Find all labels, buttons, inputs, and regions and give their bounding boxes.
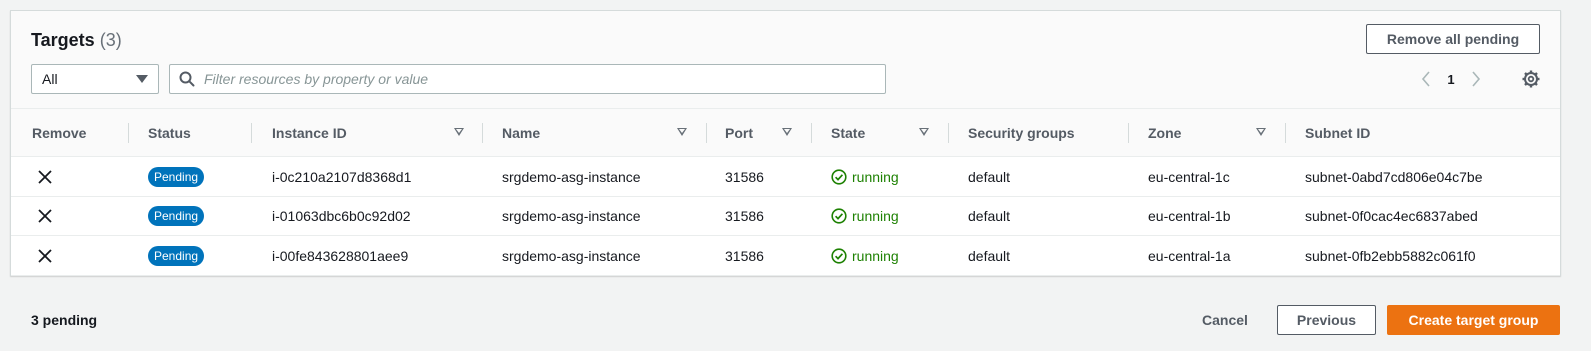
name-cell: srgdemo-asg-instance (502, 168, 641, 185)
search-field[interactable] (169, 64, 886, 94)
panel-top-border (11, 10, 1560, 11)
col-header-zone-label: Zone (1148, 125, 1182, 141)
page-number[interactable]: 1 (1436, 72, 1466, 87)
security-groups-cell: default (968, 247, 1011, 264)
state-text: running (852, 208, 899, 224)
port-cell: 31586 (725, 168, 764, 185)
state-indicator: running (831, 208, 899, 224)
remove-all-pending-button[interactable]: Remove all pending (1366, 24, 1540, 54)
col-header-name[interactable]: Name (502, 109, 706, 157)
port-cell: 31586 (725, 208, 764, 224)
column-divider (128, 123, 129, 143)
create-target-group-button[interactable]: Create target group (1387, 305, 1560, 335)
table-header: Remove Status Instance ID Name Port Stat… (11, 108, 1560, 157)
col-header-name-label: Name (502, 125, 541, 141)
zone-cell: eu-central-1b (1148, 208, 1231, 224)
caret-down-icon (136, 75, 148, 83)
close-icon[interactable] (35, 206, 55, 226)
state-text: running (852, 168, 899, 185)
subnet-id-cell: subnet-0f0cac4ec6837abed (1305, 208, 1478, 224)
filter-select[interactable]: All (31, 64, 159, 94)
sort-icon[interactable] (782, 128, 792, 136)
table-row: Pending i-01063dbc6b0c92d02 srgdemo-asg-… (11, 196, 1560, 236)
sort-icon[interactable] (1256, 128, 1266, 136)
targets-title-text: Targets (31, 30, 95, 50)
col-header-instance-id-label: Instance ID (272, 125, 347, 141)
column-divider (811, 123, 812, 143)
subnet-id-cell: subnet-0abd7cd806e04c7be (1305, 168, 1483, 185)
search-input[interactable] (204, 71, 864, 87)
targets-title: Targets (3) (31, 30, 122, 51)
security-groups-cell: default (968, 168, 1011, 185)
col-header-port[interactable]: Port (725, 109, 831, 157)
col-header-instance-id[interactable]: Instance ID (272, 109, 482, 157)
instance-id-cell: i-0c210a2107d8368d1 (272, 168, 412, 185)
pagination: 1 (1416, 68, 1486, 90)
pending-count: 3 pending (31, 312, 98, 328)
zone-cell: eu-central-1a (1148, 247, 1231, 264)
col-header-subnet-id: Subnet ID (1305, 125, 1371, 141)
column-divider (1128, 123, 1129, 143)
chevron-right-icon[interactable] (1466, 68, 1486, 90)
close-icon[interactable] (35, 246, 55, 266)
column-divider (706, 123, 707, 143)
table-row: Pending i-00fe843628801aee9 srgdemo-asg-… (11, 236, 1560, 276)
subnet-id-cell: subnet-0fb2ebb5882c061f0 (1305, 247, 1476, 264)
col-header-state[interactable]: State (831, 109, 948, 157)
column-divider (948, 123, 949, 143)
name-cell: srgdemo-asg-instance (502, 247, 641, 264)
close-icon[interactable] (35, 167, 55, 187)
search-icon (170, 71, 204, 87)
state-indicator: running (831, 248, 899, 264)
col-header-port-label: Port (725, 125, 753, 141)
instance-id-cell: i-00fe843628801aee9 (272, 247, 409, 264)
check-circle-icon (831, 168, 847, 185)
column-divider (482, 123, 483, 143)
table-row: Pending i-0c210a2107d8368d1 srgdemo-asg-… (11, 157, 1560, 197)
status-badge: Pending (148, 245, 205, 266)
status-badge: Pending (148, 166, 205, 187)
status-badge: Pending (148, 206, 205, 226)
check-circle-icon (831, 208, 847, 224)
filter-select-value: All (42, 71, 58, 87)
chevron-left-icon[interactable] (1416, 68, 1436, 90)
zone-cell: eu-central-1c (1148, 168, 1230, 185)
gear-icon[interactable] (1520, 68, 1542, 90)
check-circle-icon (831, 247, 847, 264)
name-cell: srgdemo-asg-instance (502, 208, 641, 224)
port-cell: 31586 (725, 247, 764, 264)
state-indicator: running (831, 169, 899, 185)
column-divider (1285, 123, 1286, 143)
security-groups-cell: default (968, 208, 1011, 224)
targets-table: Remove Status Instance ID Name Port Stat… (11, 108, 1560, 276)
targets-panel: Targets (3) Remove all pending All 1 (10, 10, 1561, 276)
column-divider (251, 123, 252, 143)
col-header-status: Status (148, 125, 191, 141)
sort-icon[interactable] (919, 128, 929, 136)
state-text: running (852, 247, 899, 264)
col-header-state-label: State (831, 125, 866, 141)
col-header-remove: Remove (32, 125, 87, 141)
col-header-zone[interactable]: Zone (1148, 109, 1285, 157)
sort-icon[interactable] (677, 128, 687, 136)
col-header-security-groups: Security groups (968, 125, 1075, 141)
instance-id-cell: i-01063dbc6b0c92d02 (272, 208, 411, 224)
sort-icon[interactable] (454, 128, 464, 136)
previous-button[interactable]: Previous (1277, 305, 1376, 335)
cancel-button[interactable]: Cancel (1202, 305, 1248, 335)
targets-count: (3) (99, 30, 122, 50)
